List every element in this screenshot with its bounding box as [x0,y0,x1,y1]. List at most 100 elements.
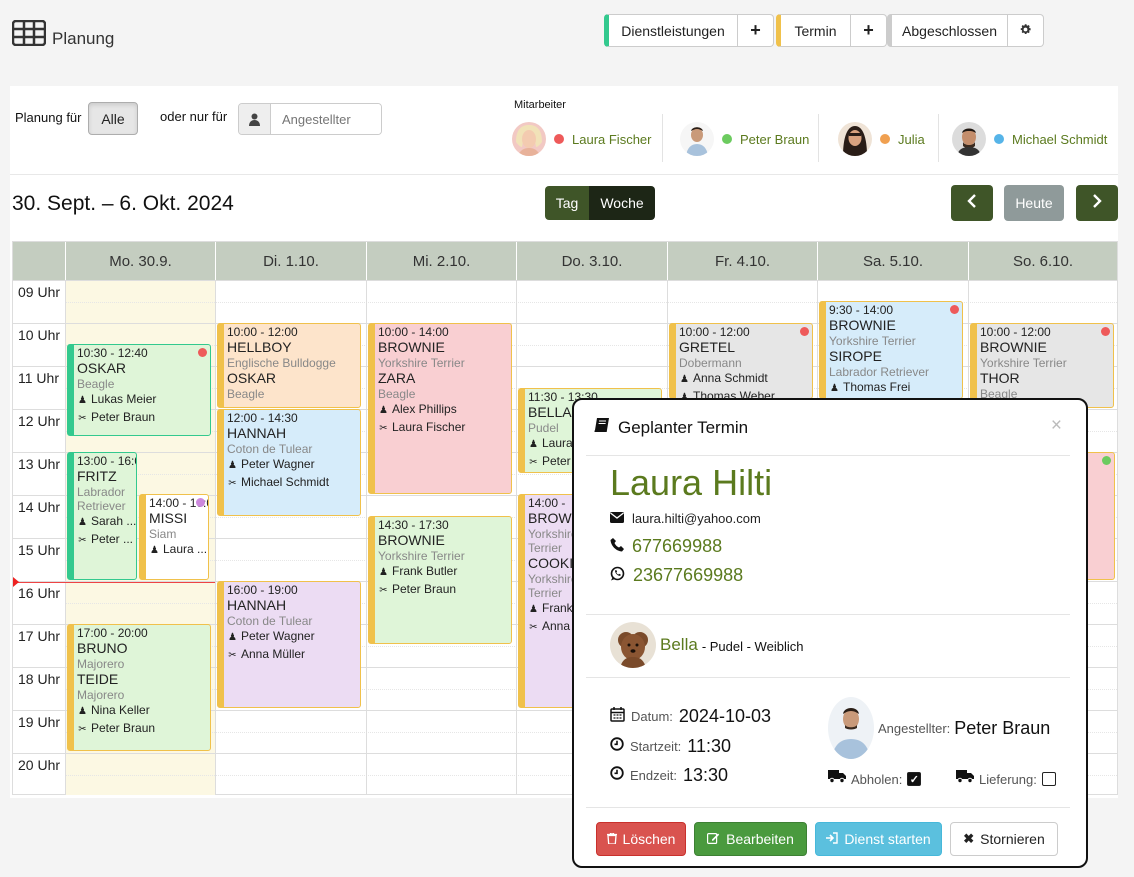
appointment-event[interactable]: 14:30 - 17:30 BROWNIE Yorkshire Terrier ♟ Fr… [368,516,512,644]
bearbeiten-button[interactable]: Bearbeiten [694,822,807,856]
modal-divider [586,807,1070,808]
pet-name: BROWNIE [829,317,896,333]
appointment-event[interactable]: 10:00 - 12:00 HELLBOY Englische Bulldogge O… [217,323,361,408]
appointment-event[interactable]: 9:30 - 14:00 BROWNIE Yorkshire Terrier SIRO… [819,301,963,399]
appointment-event[interactable]: 14:00 - BROWN Yorkshire Terrier COOKI Yorksh… [518,494,578,708]
user-icon: ♟ [830,383,839,394]
staff-name: Peter Braun [392,582,457,596]
appointment-event[interactable]: 10:30 - 12:40 OSKAR Beagle ♟ Lukas Meier ✂ Pet… [67,344,211,436]
dienst-starten-button[interactable]: Dienst starten [815,822,942,856]
owner-line: ♟ Sarah ... [77,513,136,531]
owner-name: Alex Phillips [392,402,457,416]
current-time-line [13,582,215,583]
startzeit-value: 11:30 [687,736,732,756]
panel-divider [10,174,1118,175]
owner-name: Laura [542,436,573,450]
dienstleistungen-button[interactable]: Dienstleistungen [604,14,738,47]
owner-line: ♟ Anna Schmidt [679,370,812,388]
lieferung-field: Lieferung: [956,770,1056,788]
staff-line: ✂ Peter Braun [378,581,511,599]
staff-julia[interactable]: Julia [838,122,925,156]
staff-laura-fischer[interactable]: Laura Fischer [512,122,651,156]
angestellter-field: Angestellter: Peter Braun [828,697,1050,759]
pet-name: SIROPE [829,348,882,364]
appointment-event[interactable]: 10:00 - 12:00 GRETEL Dobermann ♟ Anna Schmid… [669,323,813,399]
oder-nur-fuer-label: oder nur für [160,109,228,124]
hour-label: 16 Uhr [18,585,61,601]
tag-view-button[interactable]: Tag [545,186,589,220]
staff-name: Peter [542,454,571,468]
pet-name: OSKAR [77,360,127,376]
avatar [838,122,872,156]
hour-label: 15 Uhr [18,542,61,558]
phone-line: 677669988 [610,536,722,557]
appointment-event[interactable]: 10:00 - 12:00 BROWNIE Yorkshire Terrier THO… [970,323,1114,408]
customer-email[interactable]: laura.hilti@yahoo.com [632,511,761,526]
stornieren-label: Stornieren [980,831,1045,847]
next-week-button[interactable] [1076,185,1118,221]
event-time: 16:00 - 19:00 [227,583,298,597]
scissors-icon: ✂ [78,413,87,424]
event-time: 17:00 - 20:00 [77,626,148,640]
day-header[interactable]: Di. 1.10. [215,242,366,280]
add-termin-button[interactable]: + [851,14,887,47]
customer-whatsapp[interactable]: 23677669988 [633,565,743,586]
settings-button[interactable] [1008,14,1044,47]
status-dot [1102,456,1111,465]
abholen-checkbox[interactable]: ✓ [907,772,922,786]
angestellter-label: Angestellter: [878,720,951,736]
appointment-event[interactable]: 12:00 - 14:30 HANNAH Coton de Tulear ♟ Peter… [217,409,361,516]
prev-week-button[interactable] [951,185,993,221]
add-dienstleistung-button[interactable]: + [738,14,774,47]
pet-breed: Yorkshire Terrier [378,356,465,370]
staff-name: Michael Schmidt [241,475,330,489]
day-header[interactable]: So. 6.10. [968,242,1117,280]
startzeit-field: Startzeit: 11:30 [610,736,731,757]
loeschen-button[interactable]: Löschen [596,822,686,856]
staff-michael-schmidt[interactable]: Michael Schmidt [952,122,1107,156]
appointment-event[interactable]: 10:00 - 14:00 BROWNIE Yorkshire Terrier ZAR… [368,323,512,494]
event-time: 12:00 - 14:30 [227,411,298,425]
appointment-event[interactable]: 17:00 - 20:00 BRUNO Majorero TEIDE Majorero ♟… [67,624,211,751]
day-header[interactable]: Sa. 5.10. [817,242,968,280]
appointment-event[interactable]: 13:00 - 16:0 FRITZ Labrador Retriever ♟ Sara… [67,452,137,580]
whatsapp-icon [610,565,625,586]
pet-details: - Pudel - Weiblich [701,639,804,654]
lieferung-checkbox[interactable] [1041,772,1056,786]
customer-phone[interactable]: 677669988 [632,536,722,557]
email-line: laura.hilti@yahoo.com [610,511,761,526]
appointment-event[interactable]: 16:00 - 19:00 HANNAH Coton de Tulear ♟ Peter… [217,581,361,708]
alle-button[interactable]: Alle [88,102,138,135]
abgeschlossen-button[interactable]: Abgeschlossen [887,14,1008,47]
pet-breed: Beagle [227,387,265,401]
termin-button[interactable]: Termin [776,14,851,47]
termin-group: Termin + [776,14,887,47]
day-header[interactable]: Mi. 2.10. [366,242,516,280]
employee-search-input[interactable] [271,104,381,134]
pet-name: FRITZ [77,468,117,484]
user-icon: ♟ [379,405,388,416]
day-header[interactable]: Mo. 30.9. [65,242,215,280]
staff-divider [938,114,939,162]
woche-view-button[interactable]: Woche [589,186,655,220]
whatsapp-line: 23677669988 [610,565,743,586]
appointment-event[interactable]: 14:00 - 16:0 MISSI Siam ♟ Laura ... [139,494,209,580]
user-icon: ♟ [78,395,87,406]
dienstleistungen-group: Dienstleistungen + [604,14,774,47]
owner-line: ♟ Peter Wagner [227,628,360,646]
staff-divider [818,114,819,162]
top-bar: Planung Dienstleistungen + Termin + Abge… [0,0,1134,84]
stornieren-button[interactable]: ✖ Stornieren [950,822,1058,856]
staff-peter-braun[interactable]: Peter Braun [680,122,809,156]
close-icon[interactable]: × [1051,415,1062,437]
staff-line: ✂ Peter ... [77,531,136,549]
pet-breed: Beagle [77,377,115,391]
heute-button[interactable]: Heute [1004,185,1064,221]
hour-label: 10 Uhr [18,327,61,343]
pet-name[interactable]: Bella [660,635,698,655]
day-header[interactable]: Do. 3.10. [516,242,667,280]
staff-color-dot [722,134,732,144]
day-header[interactable]: Fr. 4.10. [667,242,817,280]
chevron-left-icon [967,194,977,212]
abgeschlossen-group: Abgeschlossen [887,14,1044,47]
